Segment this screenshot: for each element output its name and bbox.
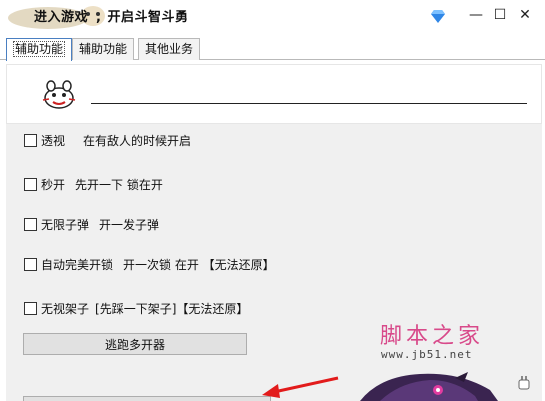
tab-assist-2-label: 辅助功能 <box>79 42 128 56</box>
cartoon-face-icon <box>42 80 76 109</box>
window-title-left: 进入游戏 <box>34 10 89 25</box>
infinite-ammo-description: 开一发子弹 <box>99 217 160 232</box>
tab-other-business[interactable]: 其他业务 <box>138 38 201 60</box>
ignore-shelf-label: 无视架子 <box>41 301 90 316</box>
tab-assist-1[interactable]: 辅助功能 <box>6 38 73 61</box>
title-bar: 进入游戏, 开启斗智斗勇 — ☐ ✕ <box>0 0 545 34</box>
diamond-icon[interactable] <box>430 8 446 24</box>
ignore-shelf-checkbox[interactable] <box>24 301 37 315</box>
xray-description: 在有敌人的时候开启 <box>83 133 192 148</box>
tab-assist-1-label: 辅助功能 <box>13 41 66 57</box>
close-button[interactable]: ✕ <box>515 5 535 25</box>
auto-unlock-checkbox[interactable] <box>24 257 37 271</box>
bottom-button-partial[interactable] <box>23 396 271 401</box>
option-xray[interactable]: 透视 在有敌人的时候开启 <box>24 132 191 148</box>
xray-checkbox[interactable] <box>24 133 37 147</box>
window-title-right: 开启斗智斗勇 <box>107 10 189 25</box>
watermark-site-url: www.jb51.net <box>381 348 473 361</box>
header-divider-line <box>91 103 527 104</box>
anime-character-image <box>360 372 498 401</box>
option-infinite-ammo[interactable]: 无限子弹 开一发子弹 <box>24 216 159 232</box>
tab-assist-2[interactable]: 辅助功能 <box>72 38 135 60</box>
ignore-shelf-description: [先踩一下架子]【无法还原】 <box>95 301 249 316</box>
xray-label: 透视 <box>41 133 66 148</box>
maximize-button[interactable]: ☐ <box>490 5 510 25</box>
escape-multi-launcher-button[interactable]: 逃跑多开器 <box>23 333 247 355</box>
title-separator: , <box>96 10 102 25</box>
option-ignore-shelf[interactable]: 无视架子 [先踩一下架子]【无法还原】 <box>24 300 248 316</box>
option-instant-open[interactable]: 秒开 先开一下 锁在开 <box>24 176 163 192</box>
instant-open-label: 秒开 <box>41 177 66 192</box>
instant-open-description: 先开一下 锁在开 <box>75 177 163 192</box>
window-title: 进入游戏, 开启斗智斗勇 <box>34 6 188 25</box>
header-panel <box>6 64 542 124</box>
tab-other-business-label: 其他业务 <box>145 42 194 56</box>
option-auto-unlock[interactable]: 自动完美开锁 开一次锁 在开 【无法还原】 <box>24 256 275 272</box>
tab-bar: 辅助功能 辅助功能 其他业务 <box>0 38 545 61</box>
red-arrow-icon <box>262 376 339 398</box>
plug-icon <box>518 376 530 390</box>
minimize-button[interactable]: — <box>466 5 486 25</box>
watermark-site-name: 脚本之家 <box>380 324 485 349</box>
site-watermark: 脚本之家 www.jb51.net <box>380 318 520 368</box>
instant-open-checkbox[interactable] <box>24 177 37 191</box>
infinite-ammo-checkbox[interactable] <box>24 217 37 231</box>
auto-unlock-description: 开一次锁 在开 【无法还原】 <box>123 257 275 272</box>
auto-unlock-label: 自动完美开锁 <box>41 257 114 272</box>
infinite-ammo-label: 无限子弹 <box>41 217 90 232</box>
